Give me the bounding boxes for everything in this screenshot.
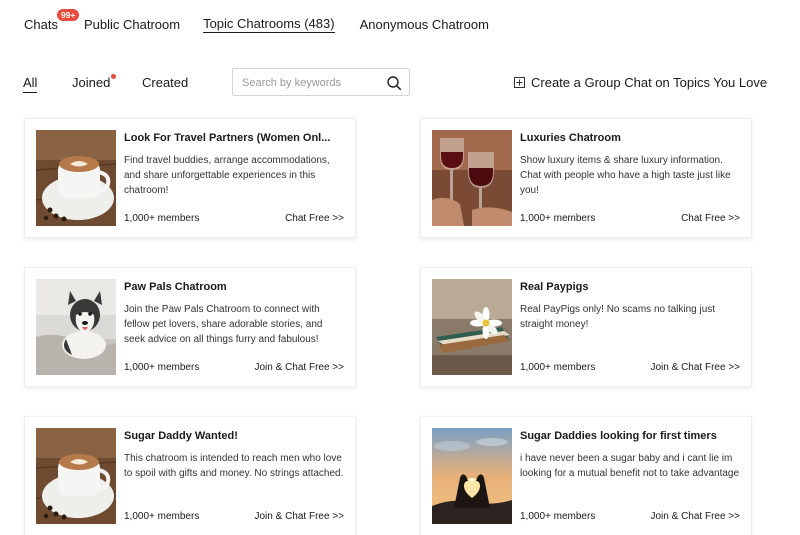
tab-public-chatroom[interactable]: Public Chatroom: [84, 17, 180, 32]
chat-free-link[interactable]: Chat Free >>: [285, 213, 344, 224]
filter-joined-label: Joined: [72, 75, 111, 90]
chat-free-link[interactable]: Chat Free >>: [681, 213, 740, 224]
card-title: Paw Pals Chatroom: [124, 281, 227, 293]
search-box: [232, 68, 410, 96]
tab-topic-chatrooms[interactable]: Topic Chatrooms (483): [203, 16, 335, 33]
join-chat-free-link[interactable]: Join & Chat Free >>: [255, 511, 345, 522]
card-members: 1,000+ members: [520, 362, 596, 373]
heart-hands-sunset-image: [432, 428, 512, 524]
card-members: 1,000+ members: [520, 213, 596, 224]
card-description: Join the Paw Pals Chatroom to connect wi…: [124, 304, 323, 345]
create-group-chat-button[interactable]: Create a Group Chat on Topics You Love: [514, 75, 767, 90]
join-chat-free-link[interactable]: Join & Chat Free >>: [651, 362, 741, 373]
join-chat-free-link[interactable]: Join & Chat Free >>: [651, 511, 741, 522]
notification-dot: [111, 74, 117, 79]
chatroom-card-luxuries[interactable]: Luxuries Chatroom Show luxury items & sh…: [420, 118, 752, 238]
book-with-flower-image: [432, 279, 512, 375]
chatroom-card-paw-pals[interactable]: Paw Pals Chatroom Join the Paw Pals Chat…: [24, 267, 356, 387]
chatroom-card-sugar-daddies-first-timers[interactable]: Sugar Daddies looking for first timers i…: [420, 416, 752, 535]
latte-art-coffee-image: [36, 428, 116, 524]
plus-square-icon: [514, 77, 525, 88]
search-icon[interactable]: [386, 75, 402, 91]
search-input[interactable]: [242, 75, 382, 90]
chatroom-card-travel-partners[interactable]: Look For Travel Partners (Women Onl... F…: [24, 118, 356, 238]
red-wine-glasses-image: [432, 130, 512, 226]
filter-created[interactable]: Created: [142, 75, 188, 90]
card-title: Sugar Daddies looking for first timers: [520, 430, 717, 442]
card-title: Look For Travel Partners (Women Onl...: [124, 132, 331, 144]
card-members: 1,000+ members: [520, 511, 596, 522]
chatroom-card-sugar-daddy-wanted[interactable]: Sugar Daddy Wanted! This chatroom is int…: [24, 416, 356, 535]
card-description: Show luxury items & share luxury informa…: [520, 155, 731, 196]
card-title: Real Paypigs: [520, 281, 589, 293]
chatroom-card-real-paypigs[interactable]: Real Paypigs Real PayPigs only! No scams…: [420, 267, 752, 387]
card-description: This chatroom is intended to reach men w…: [124, 453, 344, 479]
card-description: i have never been a sugar baby and i can…: [520, 453, 740, 479]
tab-chats[interactable]: Chats: [24, 17, 58, 32]
card-members: 1,000+ members: [124, 362, 200, 373]
card-members: 1,000+ members: [124, 213, 200, 224]
latte-art-coffee-image: [36, 130, 116, 226]
chats-unread-badge: 99+: [57, 9, 80, 21]
filter-joined[interactable]: Joined: [72, 74, 117, 90]
filter-all[interactable]: All: [23, 75, 38, 93]
tab-anonymous-chatroom[interactable]: Anonymous Chatroom: [360, 17, 489, 32]
filter-row: All Joined Created Create a Group Chat o…: [23, 68, 767, 96]
card-title: Sugar Daddy Wanted!: [124, 430, 238, 442]
card-description: Find travel buddies, arrange accommodati…: [124, 155, 330, 196]
top-tabs: Chats 99+ Public Chatroom Topic Chatroom…: [24, 9, 489, 35]
tab-chats-label: Chats: [24, 16, 58, 32]
join-chat-free-link[interactable]: Join & Chat Free >>: [255, 362, 345, 373]
create-group-chat-label: Create a Group Chat on Topics You Love: [531, 75, 768, 90]
card-members: 1,000+ members: [124, 511, 200, 522]
card-title: Luxuries Chatroom: [520, 132, 621, 144]
husky-dog-image: [36, 279, 116, 375]
card-description: Real PayPigs only! No scams no talking j…: [520, 304, 716, 330]
